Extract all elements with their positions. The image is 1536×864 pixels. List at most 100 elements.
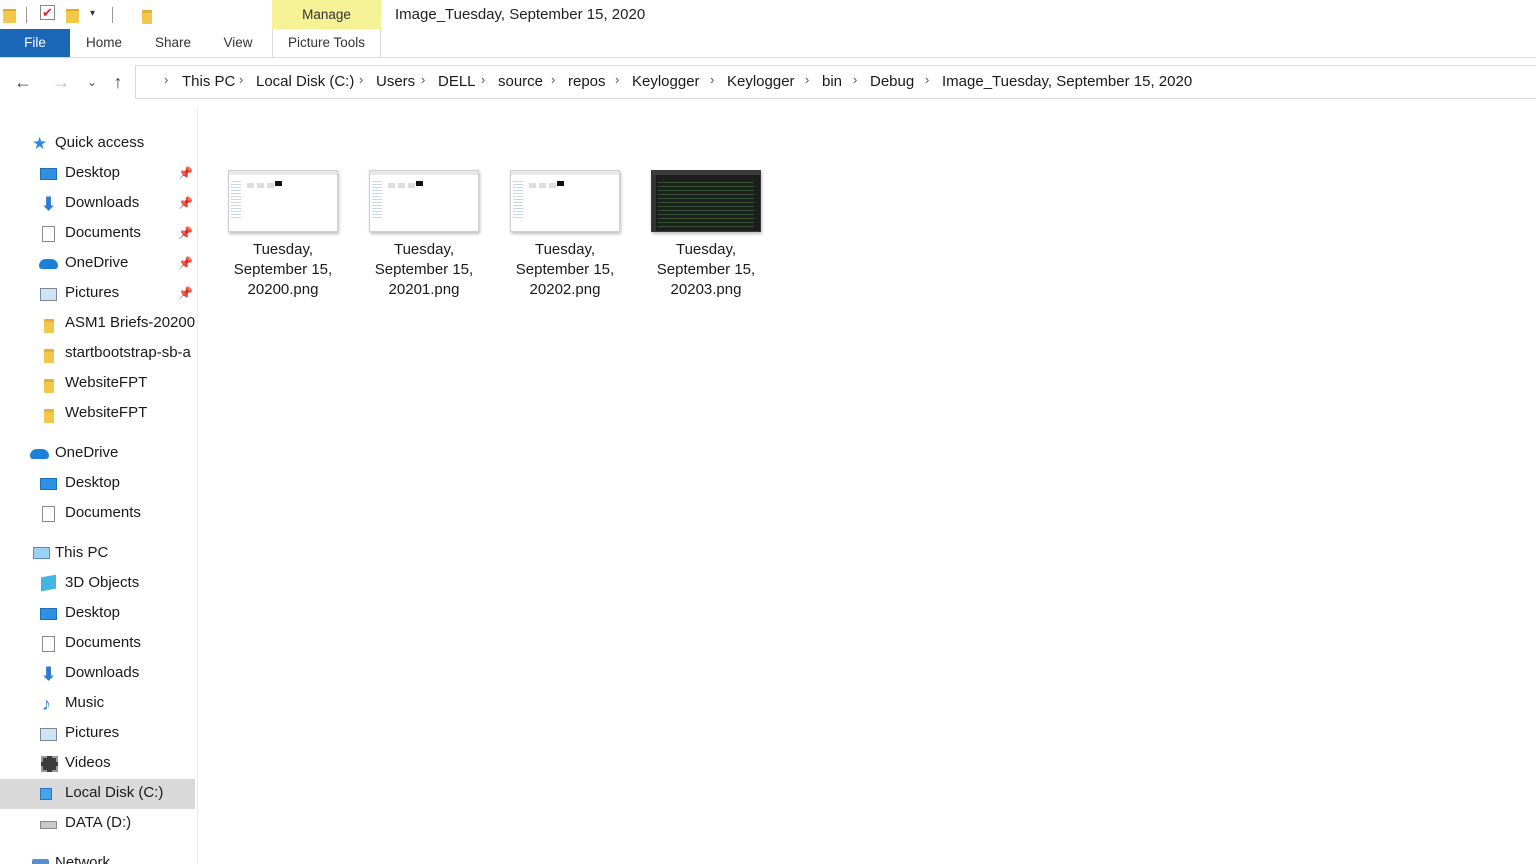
breadcrumb-keylogger-project[interactable]: Keylogger [727,73,795,90]
breadcrumb-bin[interactable]: bin [822,73,842,90]
nav-label: Downloads [65,664,140,681]
nav-item-3d-objects[interactable]: 3D Objects [0,569,195,599]
breadcrumb-dell[interactable]: DELL [438,73,476,90]
nav-network[interactable]: Network [0,849,195,864]
downloads-icon: ⬇ [40,664,57,684]
breadcrumb-chevron-icon[interactable]: › [710,72,714,87]
nav-quick-access[interactable]: ★ Quick access [0,129,195,159]
nav-item-folder[interactable]: WebsiteFPT [0,369,195,399]
file-name: Tuesday, September 15, 20203.png [656,241,756,298]
nav-label: Network [55,854,111,864]
breadcrumb-chevron-icon[interactable]: › [925,72,929,87]
file-name: Tuesday, September 15, 20200.png [233,241,333,298]
breadcrumb-local-disk[interactable]: Local Disk (C:) [256,73,354,90]
toolbar-separator [112,7,113,23]
breadcrumb-chevron-icon[interactable]: › [551,72,555,87]
folder-icon [44,409,54,423]
breadcrumb-chevron-icon[interactable]: › [615,72,619,87]
nav-item-folder[interactable]: ASM1 Briefs-202007 [0,309,196,339]
onedrive-icon [39,259,58,269]
pin-icon[interactable]: 📌 [178,166,193,180]
desktop-icon [40,168,57,180]
nav-item-desktop[interactable]: Desktop [0,599,195,629]
nav-item-desktop[interactable]: Desktop 📌 [0,159,195,189]
pin-icon[interactable]: 📌 [178,226,193,240]
breadcrumb-this-pc[interactable]: This PC [182,73,235,90]
breadcrumb-keylogger[interactable]: Keylogger [632,73,700,90]
breadcrumb-chevron-icon[interactable]: › [164,72,168,87]
documents-icon [42,226,55,242]
tab-home[interactable]: Home [80,29,128,57]
tab-view[interactable]: View [218,29,258,57]
nav-label: DATA (D:) [65,814,132,831]
network-icon [32,859,49,864]
customize-quick-access-icon[interactable]: ▾ [90,8,95,26]
image-thumbnail [228,170,338,232]
nav-item-onedrive[interactable]: OneDrive 📌 [0,249,195,279]
nav-item-documents[interactable]: Documents [0,629,195,659]
breadcrumb-current-folder[interactable]: Image_Tuesday, September 15, 2020 [942,73,1192,90]
breadcrumb-chevron-icon[interactable]: › [359,72,363,87]
nav-item-data-drive[interactable]: DATA (D:) [0,809,195,839]
pin-icon[interactable]: 📌 [178,256,193,270]
onedrive-icon [30,449,49,459]
breadcrumb-chevron-icon[interactable]: › [853,72,857,87]
nav-item-music[interactable]: ♪ Music [0,689,195,719]
documents-icon [42,636,55,652]
breadcrumb-chevron-icon[interactable]: › [421,72,425,87]
desktop-icon [40,478,57,490]
nav-onedrive[interactable]: OneDrive [0,439,195,469]
nav-item-videos[interactable]: Videos [0,749,195,779]
breadcrumb-chevron-icon[interactable]: › [239,72,243,87]
recent-locations-chevron-icon[interactable]: ⌄ [81,70,103,94]
pin-icon[interactable]: 📌 [178,286,193,300]
folder-icon [3,9,16,23]
tab-file[interactable]: File [0,29,70,57]
nav-item-documents[interactable]: Documents 📌 [0,219,195,249]
manage-contextual-tab[interactable]: Manage [272,0,381,29]
music-icon: ♪ [42,694,51,714]
pin-icon[interactable]: 📌 [178,196,193,210]
nav-label: Desktop [65,604,121,621]
nav-item-documents[interactable]: Documents [0,499,195,529]
file-item[interactable]: Tuesday, September 15, 20200.png [213,165,353,305]
nav-item-folder[interactable]: WebsiteFPT [0,399,195,429]
nav-item-pictures[interactable]: Pictures [0,719,195,749]
breadcrumb-source[interactable]: source [498,73,543,90]
up-arrow-icon[interactable]: ↑ [107,70,129,94]
nav-label: Pictures [65,284,120,301]
file-name: Tuesday, September 15, 20202.png [515,241,615,298]
nav-item-downloads[interactable]: ⬇ Downloads [0,659,195,689]
breadcrumb-users[interactable]: Users [376,73,415,90]
documents-icon [42,506,55,522]
nav-label: Downloads [65,194,140,211]
back-arrow-icon[interactable]: ← [12,70,34,94]
nav-this-pc[interactable]: This PC [0,539,195,569]
pane-divider[interactable] [197,108,198,864]
nav-label: Local Disk (C:) [65,784,164,801]
file-name: Tuesday, September 15, 20201.png [374,241,474,298]
nav-item-folder[interactable]: startbootstrap-sb-a [0,339,195,369]
nav-label: Pictures [65,724,120,741]
forward-arrow-icon[interactable]: → [50,70,72,94]
tab-share[interactable]: Share [150,29,196,57]
nav-label: Documents [65,634,141,651]
file-item[interactable]: Tuesday, September 15, 20202.png [495,165,635,305]
nav-item-downloads[interactable]: ⬇ Downloads 📌 [0,189,195,219]
window-title: Image_Tuesday, September 15, 2020 [395,6,646,23]
file-item[interactable]: Tuesday, September 15, 20201.png [354,165,494,305]
file-item[interactable]: Tuesday, September 15, 20203.png [636,165,776,305]
properties-icon[interactable]: ✔ [40,5,55,20]
breadcrumb-repos[interactable]: repos [568,73,606,90]
breadcrumb-debug[interactable]: Debug [870,73,914,90]
nav-item-pictures[interactable]: Pictures 📌 [0,279,195,309]
tab-picture-tools[interactable]: Picture Tools [272,29,381,57]
breadcrumb-chevron-icon[interactable]: › [805,72,809,87]
nav-label: This PC [55,544,109,561]
pictures-icon [40,288,57,301]
breadcrumb-chevron-icon[interactable]: › [481,72,485,87]
nav-item-desktop[interactable]: Desktop [0,469,195,499]
local-disk-icon [40,788,52,800]
nav-item-local-disk[interactable]: Local Disk (C:) [0,779,195,809]
new-folder-icon[interactable] [66,9,79,23]
